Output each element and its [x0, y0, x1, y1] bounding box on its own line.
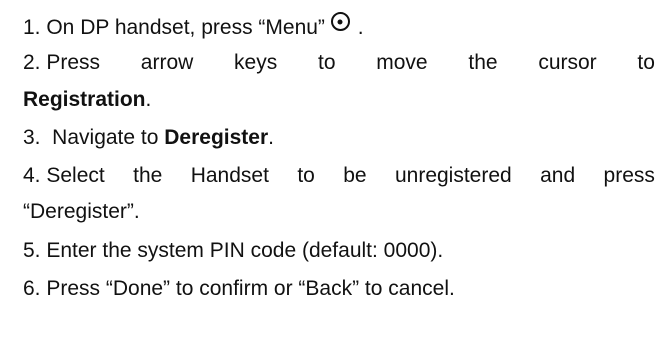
step-2-line-1: 2. Press arrow keys to move the cursor t… [23, 50, 655, 76]
step-2-word: cursor [538, 51, 597, 74]
step-6-text: 6. Press “Done” to confirm or “Back” to … [23, 277, 455, 300]
step-5-text: 5. Enter the system PIN code (default: 0… [23, 239, 444, 262]
step-4-word: to [297, 164, 315, 187]
step-2-word: to [317, 51, 336, 74]
step-4-word: 4. Select [23, 164, 105, 187]
step-2-word: move [376, 51, 428, 74]
step-4-continuation: “Deregister”. [23, 200, 140, 223]
step-4-word: and [540, 164, 576, 187]
step-4-word: the [133, 164, 163, 187]
step-3-bold-term: Deregister [164, 126, 269, 149]
step-2-word: arrow [140, 51, 194, 74]
step-1: 1. On DP handset, press “Menu” . [23, 12, 364, 41]
step-2-word: keys [234, 51, 278, 74]
step-6: 6. Press “Done” to confirm or “Back” to … [23, 276, 455, 302]
step-4-word: be [343, 164, 367, 187]
menu-circle-dot-icon [330, 12, 350, 31]
step-3-text: 3. Navigate to [23, 126, 165, 149]
step-4-word: unregistered [394, 164, 512, 187]
step-2-bold-term: Registration [23, 88, 146, 111]
step-3-suffix: . [268, 126, 274, 149]
step-5: 5. Enter the system PIN code (default: 0… [23, 238, 443, 264]
step-4-line-2: “Deregister”. [23, 199, 140, 225]
step-2-word: 2. Press [23, 51, 101, 74]
step-2-line-2: Registration. [23, 87, 151, 113]
step-3: 3. Navigate to Deregister. [23, 125, 274, 151]
step-4-line-1: 4. Select the Handset to be unregistered… [23, 163, 655, 189]
step-2-word: to [637, 51, 655, 74]
step-1-suffix: . [351, 16, 364, 39]
step-2-suffix: . [145, 88, 152, 111]
step-4-word: Handset [190, 164, 269, 187]
step-2-word: the [468, 51, 498, 74]
step-4-word: press [603, 164, 655, 187]
step-1-text: 1. On DP handset, press “Menu” [23, 16, 325, 39]
